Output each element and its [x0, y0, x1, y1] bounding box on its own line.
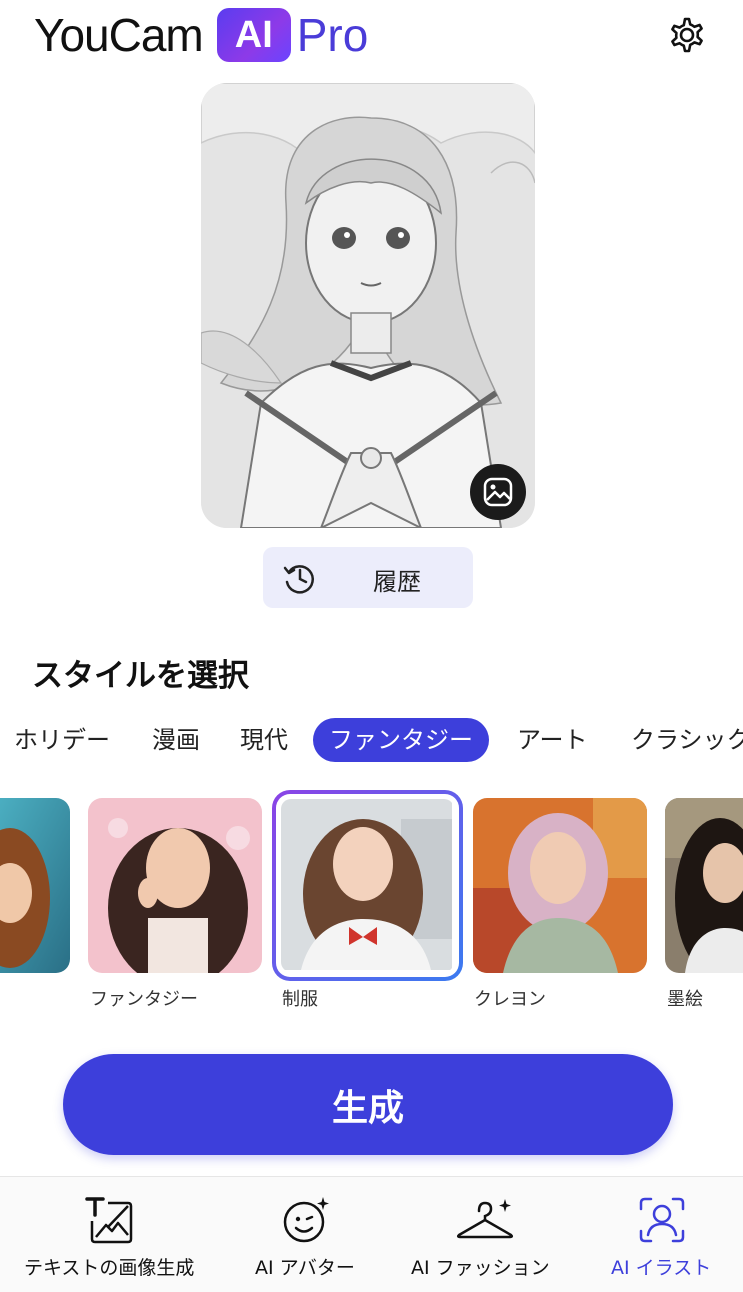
history-button[interactable]: 履歴 [263, 547, 473, 608]
image-icon [483, 477, 513, 507]
history-label: 履歴 [373, 568, 421, 596]
nav-label-ai-avatar: AI アバター [255, 1257, 355, 1279]
style-label-ink: 墨絵 [667, 989, 703, 1010]
history-clock-icon [283, 565, 314, 594]
nav-ai-illustration[interactable]: AI イラスト [575, 1177, 743, 1292]
style-card-ink[interactable] [665, 798, 743, 973]
bottom-navigation: テキストの画像生成 AI アバター AI ファッション AI イラスト [0, 1176, 743, 1292]
nav-label-text-to-image: テキストの画像生成 [24, 1257, 195, 1279]
nav-label-ai-fashion: AI ファッション [411, 1257, 550, 1279]
hanger-icon [456, 1199, 514, 1239]
style-category-tabs: ホリデー 漫画 現代 ファンタジー アート クラシック [0, 718, 743, 768]
nav-label-ai-illustration: AI イラスト [611, 1257, 712, 1279]
illustration-person-icon [639, 1197, 685, 1243]
style-card-uniform[interactable] [272, 790, 463, 981]
tab-holiday[interactable]: ホリデー [14, 718, 110, 762]
style-label-crayon: クレヨン [474, 989, 546, 1010]
tab-fantasy[interactable]: ファンタジー [313, 718, 489, 762]
tab-classic[interactable]: クラシック [631, 718, 743, 762]
text-to-image-icon [85, 1197, 133, 1244]
settings-gear-icon[interactable] [664, 12, 710, 58]
nav-text-to-image[interactable]: テキストの画像生成 [0, 1177, 215, 1292]
tab-modern[interactable]: 現代 [240, 718, 288, 762]
style-card-partial[interactable] [0, 798, 70, 973]
nav-ai-avatar[interactable]: AI アバター [215, 1177, 395, 1292]
preview-illustration[interactable] [201, 83, 535, 528]
style-label-uniform: 制服 [282, 989, 318, 1010]
nav-ai-fashion[interactable]: AI ファッション [395, 1177, 575, 1292]
style-card-fantasy[interactable] [88, 798, 262, 973]
tab-manga[interactable]: 漫画 [152, 718, 200, 762]
gallery-image-button[interactable] [470, 464, 526, 520]
tab-art[interactable]: アート [517, 718, 588, 762]
logo-ai-badge: AI [216, 8, 291, 62]
style-card-crayon[interactable] [473, 798, 647, 973]
logo-youcam-text: YouCam [34, 9, 204, 61]
generate-button[interactable]: 生成 [63, 1054, 673, 1155]
style-label-fantasy: ファンタジー [90, 989, 198, 1010]
app-logo: YouCam AI Pro [34, 8, 368, 62]
section-title: スタイルを選択 [32, 658, 249, 694]
app-header: YouCam AI Pro [0, 0, 743, 70]
avatar-face-icon [283, 1197, 329, 1243]
logo-pro-text: Pro [296, 9, 369, 61]
